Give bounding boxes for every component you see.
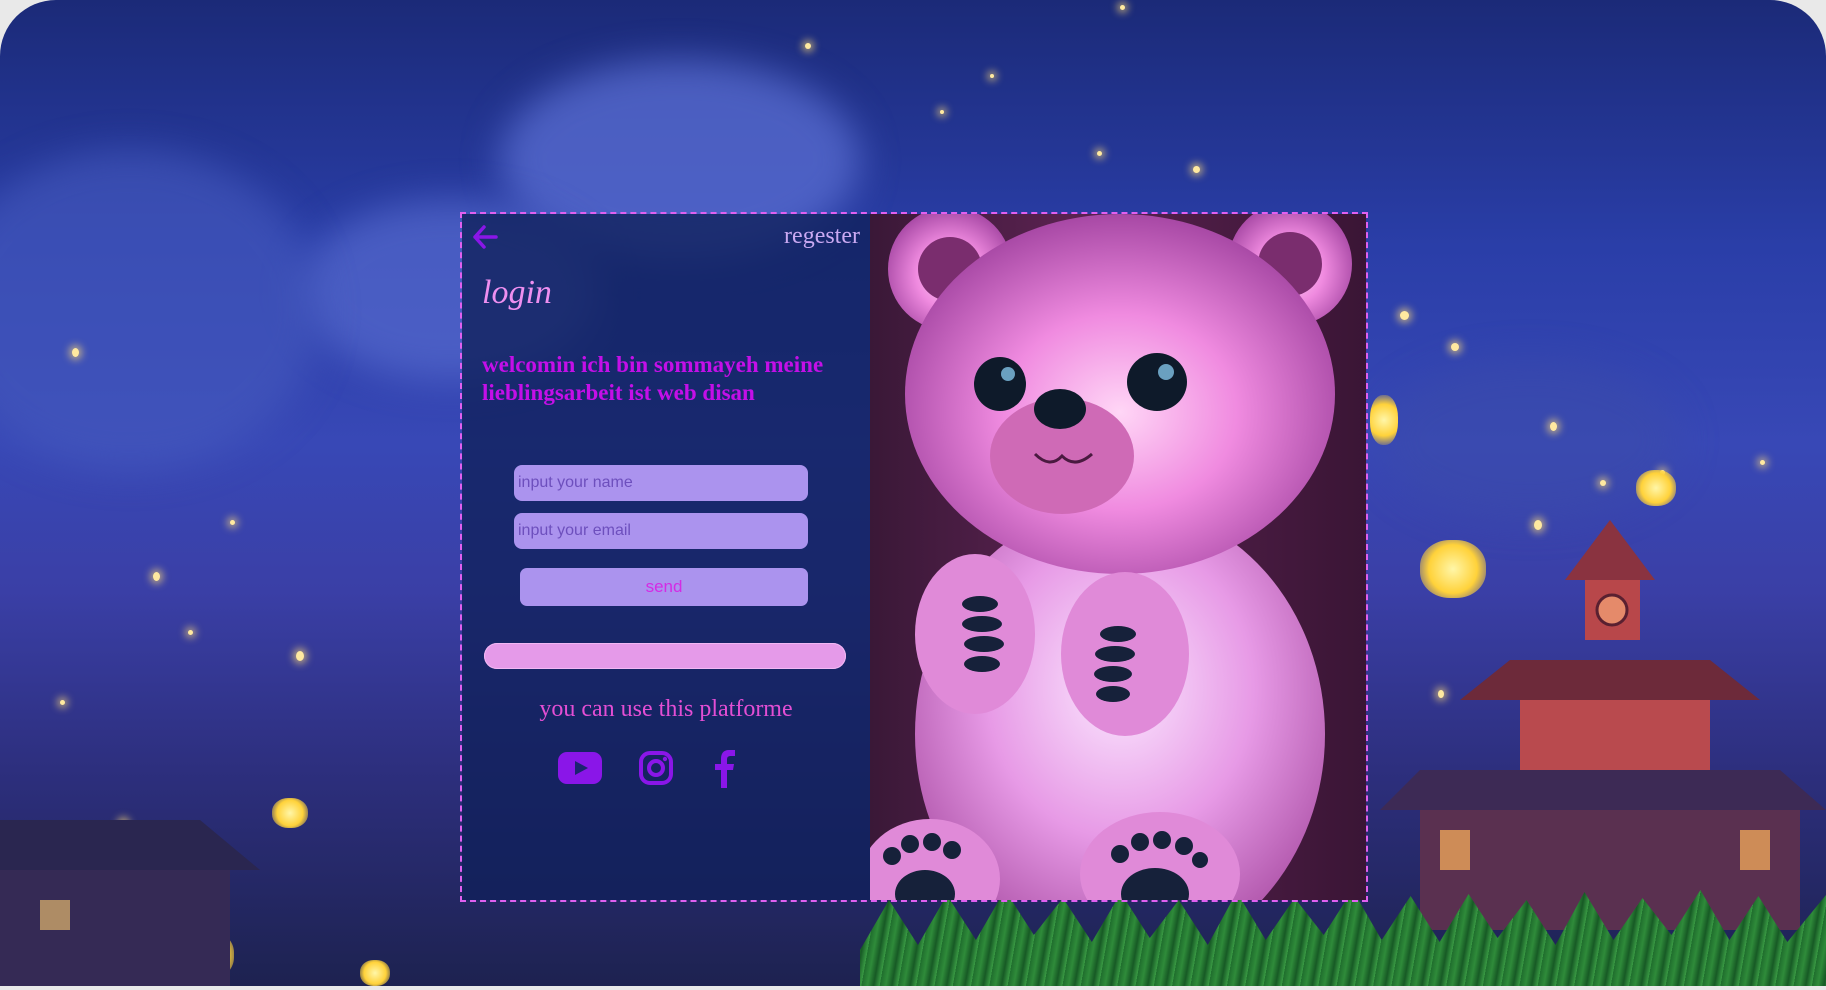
login-panel: regester login welcomin ich bin sommayeh… [462, 214, 870, 900]
light [60, 700, 65, 705]
decorative-bar [484, 643, 846, 669]
background-scene: regester login welcomin ich bin sommayeh… [0, 0, 1826, 986]
cloud [1380, 360, 1680, 520]
login-card: regester login welcomin ich bin sommayeh… [460, 212, 1368, 902]
pagoda-illustration [1380, 520, 1826, 930]
cloud [0, 150, 320, 470]
register-link[interactable]: regester [784, 223, 860, 250]
lantern [1370, 395, 1398, 445]
welcome-text: welcomin ich bin sommayeh meine liebling… [482, 352, 824, 405]
light [1400, 311, 1409, 320]
instagram-icon[interactable] [637, 746, 675, 790]
light [1120, 5, 1125, 10]
light [990, 74, 994, 78]
send-button[interactable]: send [520, 568, 808, 606]
light [296, 651, 304, 661]
light [1760, 460, 1765, 465]
teddy-bear-illustration [870, 214, 1352, 900]
light [1097, 151, 1102, 156]
light [230, 520, 235, 525]
name-input[interactable] [514, 465, 808, 501]
light [153, 572, 160, 581]
left-building-illustration [0, 820, 260, 986]
light [1600, 480, 1606, 486]
login-title: login [482, 274, 552, 311]
platform-text: you can use this platforme [539, 696, 793, 722]
arrow-left-icon[interactable] [472, 224, 498, 250]
light [940, 110, 944, 114]
teddy-bear-image [870, 214, 1366, 900]
youtube-icon[interactable] [558, 746, 602, 790]
light [188, 630, 193, 635]
light [805, 43, 811, 49]
light [1193, 166, 1200, 173]
light [72, 348, 79, 357]
light [1550, 422, 1557, 431]
email-input[interactable] [514, 513, 808, 549]
lantern [360, 960, 390, 986]
lantern [1636, 470, 1676, 506]
facebook-icon[interactable] [710, 746, 740, 790]
light [1451, 343, 1459, 351]
